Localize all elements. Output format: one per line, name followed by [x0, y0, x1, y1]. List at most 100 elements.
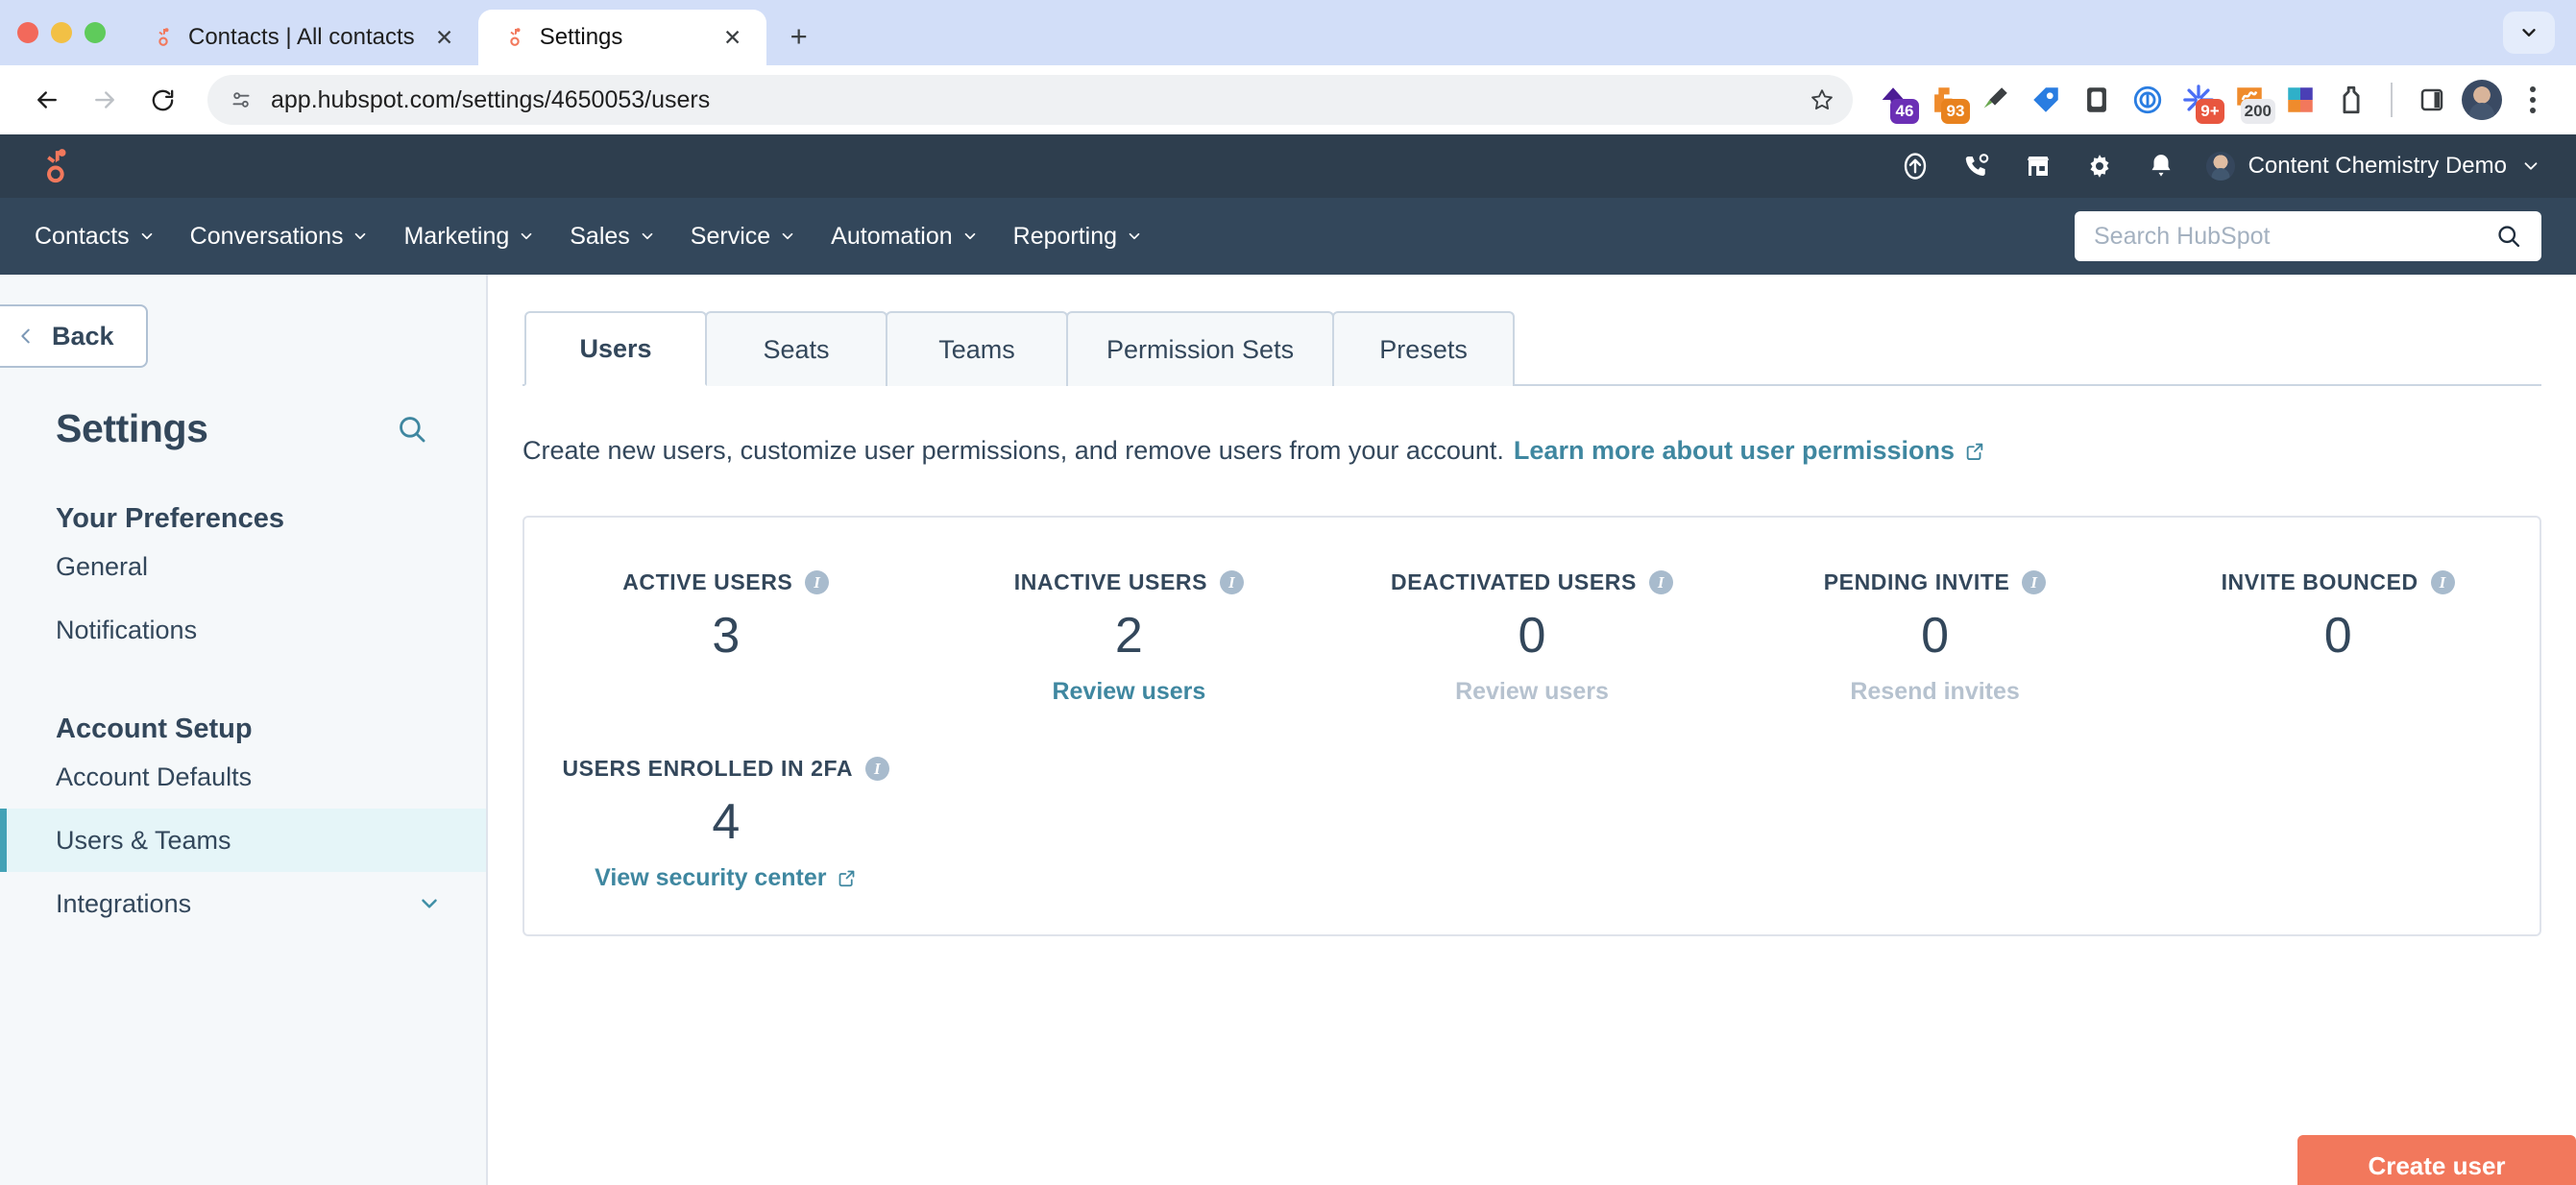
extension-badge: 93 [1941, 99, 1970, 124]
extension-bottle-icon[interactable] [2330, 79, 2372, 121]
stat-label-text: Active users [622, 569, 793, 594]
minimize-window-button[interactable] [51, 22, 72, 43]
nav-item-contacts[interactable]: Contacts [35, 223, 156, 251]
arrow-left-icon [37, 91, 57, 109]
search-icon[interactable] [2495, 223, 2522, 250]
info-icon[interactable]: i [1648, 570, 1673, 594]
star-icon[interactable] [1809, 86, 1835, 113]
chevron-left-icon [21, 328, 30, 344]
extension-tag-blue-icon[interactable] [2025, 79, 2067, 121]
extension-badge: 200 [2240, 99, 2275, 124]
extension-burst-icon[interactable]: 9+ [2177, 79, 2224, 124]
nav-item-conversations[interactable]: Conversations [190, 223, 370, 251]
chevron-down-icon[interactable] [417, 891, 442, 916]
hubspot-topbar-actions: Content Chemistry Demo [1899, 150, 2541, 182]
browser-tab-settings[interactable]: Settings ✕ [477, 10, 766, 65]
sidebar-item-label: Users & Teams [56, 825, 231, 855]
tab-teams[interactable]: Teams [886, 311, 1068, 386]
hubspot-search-box[interactable] [2075, 211, 2541, 261]
nav-item-marketing[interactable]: Marketing [403, 223, 535, 251]
info-icon[interactable]: i [1220, 570, 1245, 594]
close-tab-button[interactable]: ✕ [717, 21, 749, 54]
chevron-down-icon [521, 232, 532, 240]
external-link-icon [1966, 443, 1983, 460]
browser-back-button[interactable] [21, 74, 73, 126]
extension-document-icon[interactable] [2076, 79, 2118, 121]
browser-forward-button[interactable] [79, 74, 131, 126]
browser-tab-contacts[interactable]: Contacts | All contacts ✕ [127, 10, 478, 65]
info-icon[interactable]: i [2022, 570, 2047, 594]
sidebar-group-title-your-preferences: Your Preferences [56, 503, 285, 534]
info-icon[interactable]: i [2430, 570, 2455, 594]
tabstrip-collapse-button[interactable] [2503, 12, 2555, 54]
extension-orange-icon[interactable]: 93 [1923, 79, 1970, 124]
extension-quad-logo-icon[interactable] [2279, 79, 2321, 121]
create-user-button[interactable]: Create user [2297, 1135, 2576, 1185]
sidebar-item-general[interactable]: General [0, 535, 486, 598]
settings-gear-icon[interactable] [2083, 150, 2116, 182]
side-panel-icon[interactable] [2411, 79, 2453, 121]
tab-seats[interactable]: Seats [705, 311, 887, 386]
notifications-bell-icon[interactable] [2145, 150, 2177, 182]
address-bar[interactable]: app.hubspot.com/settings/4650053/users [207, 75, 1853, 125]
sidebar-item-notifications[interactable]: Notifications [0, 598, 486, 662]
stat-spacer [928, 756, 1331, 892]
stat-value: 3 [712, 608, 741, 664]
browser-reload-button[interactable] [136, 74, 188, 126]
chevron-down-icon [964, 232, 975, 240]
sidebar-item-users-and-teams[interactable]: Users & Teams [0, 809, 486, 872]
nav-item-sales[interactable]: Sales [570, 223, 656, 251]
review-users-link[interactable]: Review users [1052, 678, 1205, 706]
search-input[interactable] [2094, 222, 2495, 251]
review-users-link-disabled: Review users [1455, 678, 1609, 705]
maximize-window-button[interactable] [85, 22, 106, 43]
sidebar-item-label: Integrations [56, 888, 192, 918]
info-icon[interactable]: i [865, 757, 890, 781]
upgrade-icon[interactable] [1899, 150, 1932, 182]
info-icon[interactable]: i [805, 570, 830, 594]
extension-eyedropper-icon[interactable] [1974, 79, 2016, 121]
chevron-down-icon [1129, 232, 1140, 240]
page-settings-icon[interactable] [229, 87, 254, 112]
stat-label: Inactive users i [1014, 569, 1245, 595]
window-traffic-lights [17, 0, 127, 65]
close-tab-button[interactable]: ✕ [428, 21, 461, 54]
hubspot-sprocket-icon [150, 25, 175, 50]
browser-profile-avatar[interactable] [2462, 80, 2502, 120]
nav-item-automation[interactable]: Automation [831, 223, 978, 251]
new-tab-button[interactable]: + [776, 13, 822, 60]
sidebar-search-icon[interactable] [396, 413, 428, 446]
close-window-button[interactable] [17, 22, 38, 43]
hubspot-main-nav: Contacts Conversations Marketing Sales S… [0, 198, 2576, 275]
tab-users[interactable]: Users [524, 311, 707, 386]
nav-item-service[interactable]: Service [691, 223, 796, 251]
hubspot-sprocket-logo[interactable] [35, 147, 79, 185]
extension-purple-icon[interactable]: 46 [1872, 79, 1919, 124]
back-button[interactable]: Back [0, 304, 148, 368]
stat-inactive-users: Inactive users i 2 Review users [928, 569, 1331, 706]
tab-presets[interactable]: Presets [1332, 311, 1516, 386]
calling-icon[interactable] [1960, 150, 1993, 182]
stat-value: 4 [712, 794, 741, 850]
tab-permission-sets[interactable]: Permission Sets [1066, 311, 1335, 386]
stat-label: Invite bounced i [2222, 569, 2455, 595]
view-security-center-link[interactable]: View security center [595, 864, 857, 892]
marketplace-icon[interactable] [2022, 150, 2054, 182]
extension-squiggle-icon[interactable]: 200 [2228, 79, 2275, 124]
account-menu[interactable]: Content Chemistry Demo [2205, 152, 2541, 181]
chevron-down-icon [782, 232, 793, 240]
extension-circle-target-icon[interactable] [2126, 79, 2169, 121]
kebab-menu-icon[interactable] [2511, 86, 2555, 113]
learn-more-link[interactable]: Learn more about user permissions [1514, 436, 1985, 466]
stats-row-secondary: Users enrolled in 2FA i 4 View security … [524, 756, 2540, 892]
sidebar-item-account-defaults[interactable]: Account Defaults [0, 745, 486, 809]
sidebar-item-integrations[interactable]: Integrations [0, 872, 486, 935]
stat-label-text: Users enrolled in 2FA [562, 756, 854, 781]
external-link-icon [839, 870, 855, 887]
stat-label-text: Deactivated users [1390, 569, 1637, 594]
app-body: Back Settings Your Preferences General N… [0, 275, 2576, 1185]
toolbar-divider [2391, 83, 2393, 117]
stat-spacer [1734, 756, 2137, 892]
nav-item-reporting[interactable]: Reporting [1013, 223, 1143, 251]
stat-value: 0 [1921, 608, 1950, 664]
